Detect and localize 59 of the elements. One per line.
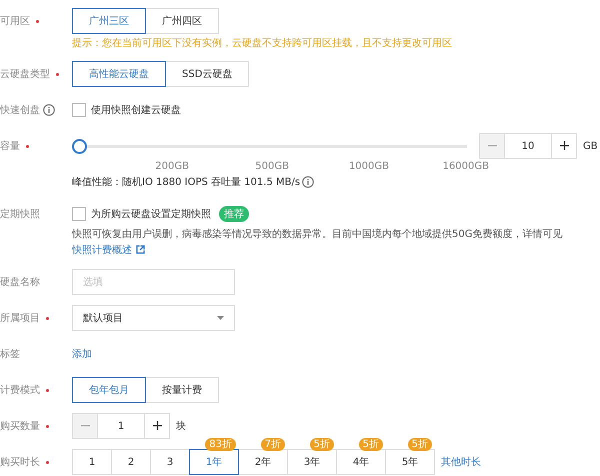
discount-badge: 5折: [358, 438, 383, 451]
hint-text: 提示：您在当前可用区下没有实例，云硬盘不支持跨可用区挂载，且不支持更改可用区: [72, 37, 452, 51]
option-button[interactable]: 高性能云硬盘: [72, 61, 166, 87]
duration-option[interactable]: 1: [72, 449, 112, 475]
duration-option[interactable]: 1年: [189, 449, 239, 475]
option-button[interactable]: 广州四区: [145, 8, 219, 34]
field-label: 购买数量: [0, 420, 40, 433]
tick-label: 1000GB: [348, 160, 389, 172]
info-icon: [302, 176, 314, 188]
discount-badge: 83折: [205, 438, 236, 451]
checkbox[interactable]: [72, 103, 86, 117]
checkbox[interactable]: [72, 207, 86, 221]
unit-label: GB: [583, 140, 598, 152]
duration-option[interactable]: 3年: [287, 449, 337, 475]
unit-label: 块: [176, 420, 186, 433]
plus-icon: [560, 141, 568, 150]
field-label: 购买时长: [0, 456, 40, 469]
checkbox-label: 为所购云硬盘设置定期快照: [91, 208, 211, 221]
pricing-link[interactable]: 快照计费概述: [72, 245, 132, 256]
decrease-button[interactable]: [480, 134, 505, 158]
add-link[interactable]: 添加: [72, 347, 92, 361]
field-label: 所属项目: [0, 312, 40, 325]
decrease-button[interactable]: [73, 414, 98, 438]
project-dropdown[interactable]: 默认项目: [72, 305, 235, 331]
slider-thumb[interactable]: [72, 138, 87, 154]
other-duration-link[interactable]: 其他时长: [441, 455, 481, 469]
field-label: 硬盘名称: [0, 276, 40, 289]
description-text: 快照可恢复由用户误删，病毒感染等情况导致的数据异常。目前中国境内每个地域提供50G免费额度，详情可见 快照计费概述: [72, 228, 564, 258]
field-label: 可用区: [0, 15, 30, 28]
plus-icon: [152, 421, 162, 430]
field-label: 快速创盘: [0, 104, 40, 117]
tick-label: 16000GB: [442, 160, 489, 172]
duration-option[interactable]: 2: [111, 449, 151, 475]
external-link-icon: [136, 245, 145, 254]
field-label: 标签: [0, 348, 20, 361]
field-label: 定期快照: [0, 208, 40, 221]
recommend-badge: 推荐: [219, 206, 249, 222]
number-stepper[interactable]: 10: [479, 133, 577, 159]
discount-badge: 7折: [260, 438, 285, 451]
tick-label: 500GB: [254, 160, 289, 172]
checkbox-label: 使用快照创建云硬盘: [91, 104, 181, 117]
performance-text: 峰值性能：随机IO 1880 IOPS 吞吐量 101.5 MB/s: [72, 176, 300, 189]
duration-option[interactable]: 3: [150, 449, 190, 475]
discount-badge: 5折: [408, 438, 432, 451]
number-stepper[interactable]: 1: [72, 413, 170, 439]
duration-option[interactable]: 4年: [336, 449, 386, 475]
discount-badge: 5折: [310, 438, 334, 451]
option-button[interactable]: 广州三区: [72, 8, 146, 34]
caret-icon: [217, 316, 224, 320]
option-button[interactable]: SSD云硬盘: [165, 61, 250, 87]
duration-option[interactable]: 2年: [238, 449, 288, 475]
name-field[interactable]: 选填: [72, 269, 235, 295]
duration-option[interactable]: 5年: [385, 449, 435, 475]
tick-label: 200GB: [154, 160, 189, 172]
field-label: 容量: [0, 140, 20, 153]
option-button[interactable]: 包年包月: [72, 377, 146, 403]
option-button[interactable]: 按量计费: [145, 377, 219, 403]
field-label: 计费模式: [0, 384, 40, 397]
field-label: 云硬盘类型: [0, 68, 50, 81]
